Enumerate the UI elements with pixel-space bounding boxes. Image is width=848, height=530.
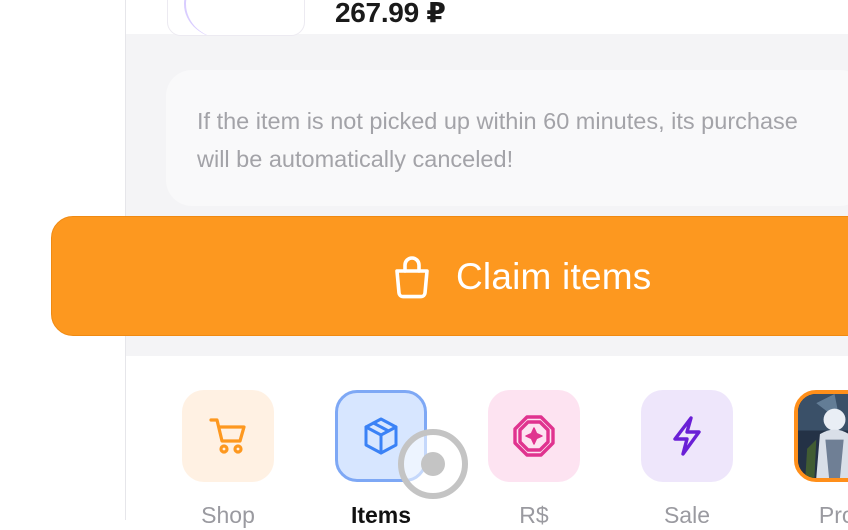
touch-indicator <box>398 429 468 499</box>
nav-label-items: Items <box>350 502 412 528</box>
robux-icon <box>513 415 555 457</box>
nav-tile-robux <box>488 390 580 482</box>
nav-item-sale[interactable]: Sale <box>641 390 733 530</box>
pickup-notice-text: If the item is not picked up within 60 m… <box>197 108 798 172</box>
nav-label-shop: Shop <box>201 502 255 528</box>
box-icon <box>364 417 398 455</box>
avatar-image <box>798 394 848 478</box>
avatar <box>794 390 848 482</box>
nav-item-robux[interactable]: R$ <box>488 390 580 530</box>
nav-label-sale: Sale <box>663 502 711 528</box>
nav-item-shop[interactable]: Shop <box>182 390 274 530</box>
nav-label-robux: R$ <box>519 502 549 528</box>
shopping-bag-icon <box>395 256 429 299</box>
claim-items-button[interactable]: Claim items <box>51 216 848 336</box>
nav-tile-sale <box>641 390 733 482</box>
item-thumbnail <box>167 0 305 36</box>
nav-tile-shop <box>182 390 274 482</box>
lightning-icon <box>673 416 701 456</box>
touch-indicator-dot <box>421 452 445 476</box>
cart-icon <box>209 418 246 454</box>
thumbnail-decoration <box>184 0 266 35</box>
item-price: 267.99 ₽ <box>335 0 446 28</box>
nav-label-profile: Prof <box>818 502 848 528</box>
claim-items-label: Claim items <box>456 256 652 297</box>
nav-item-profile[interactable]: Prof <box>794 390 848 530</box>
pickup-notice: If the item is not picked up within 60 m… <box>166 70 848 206</box>
